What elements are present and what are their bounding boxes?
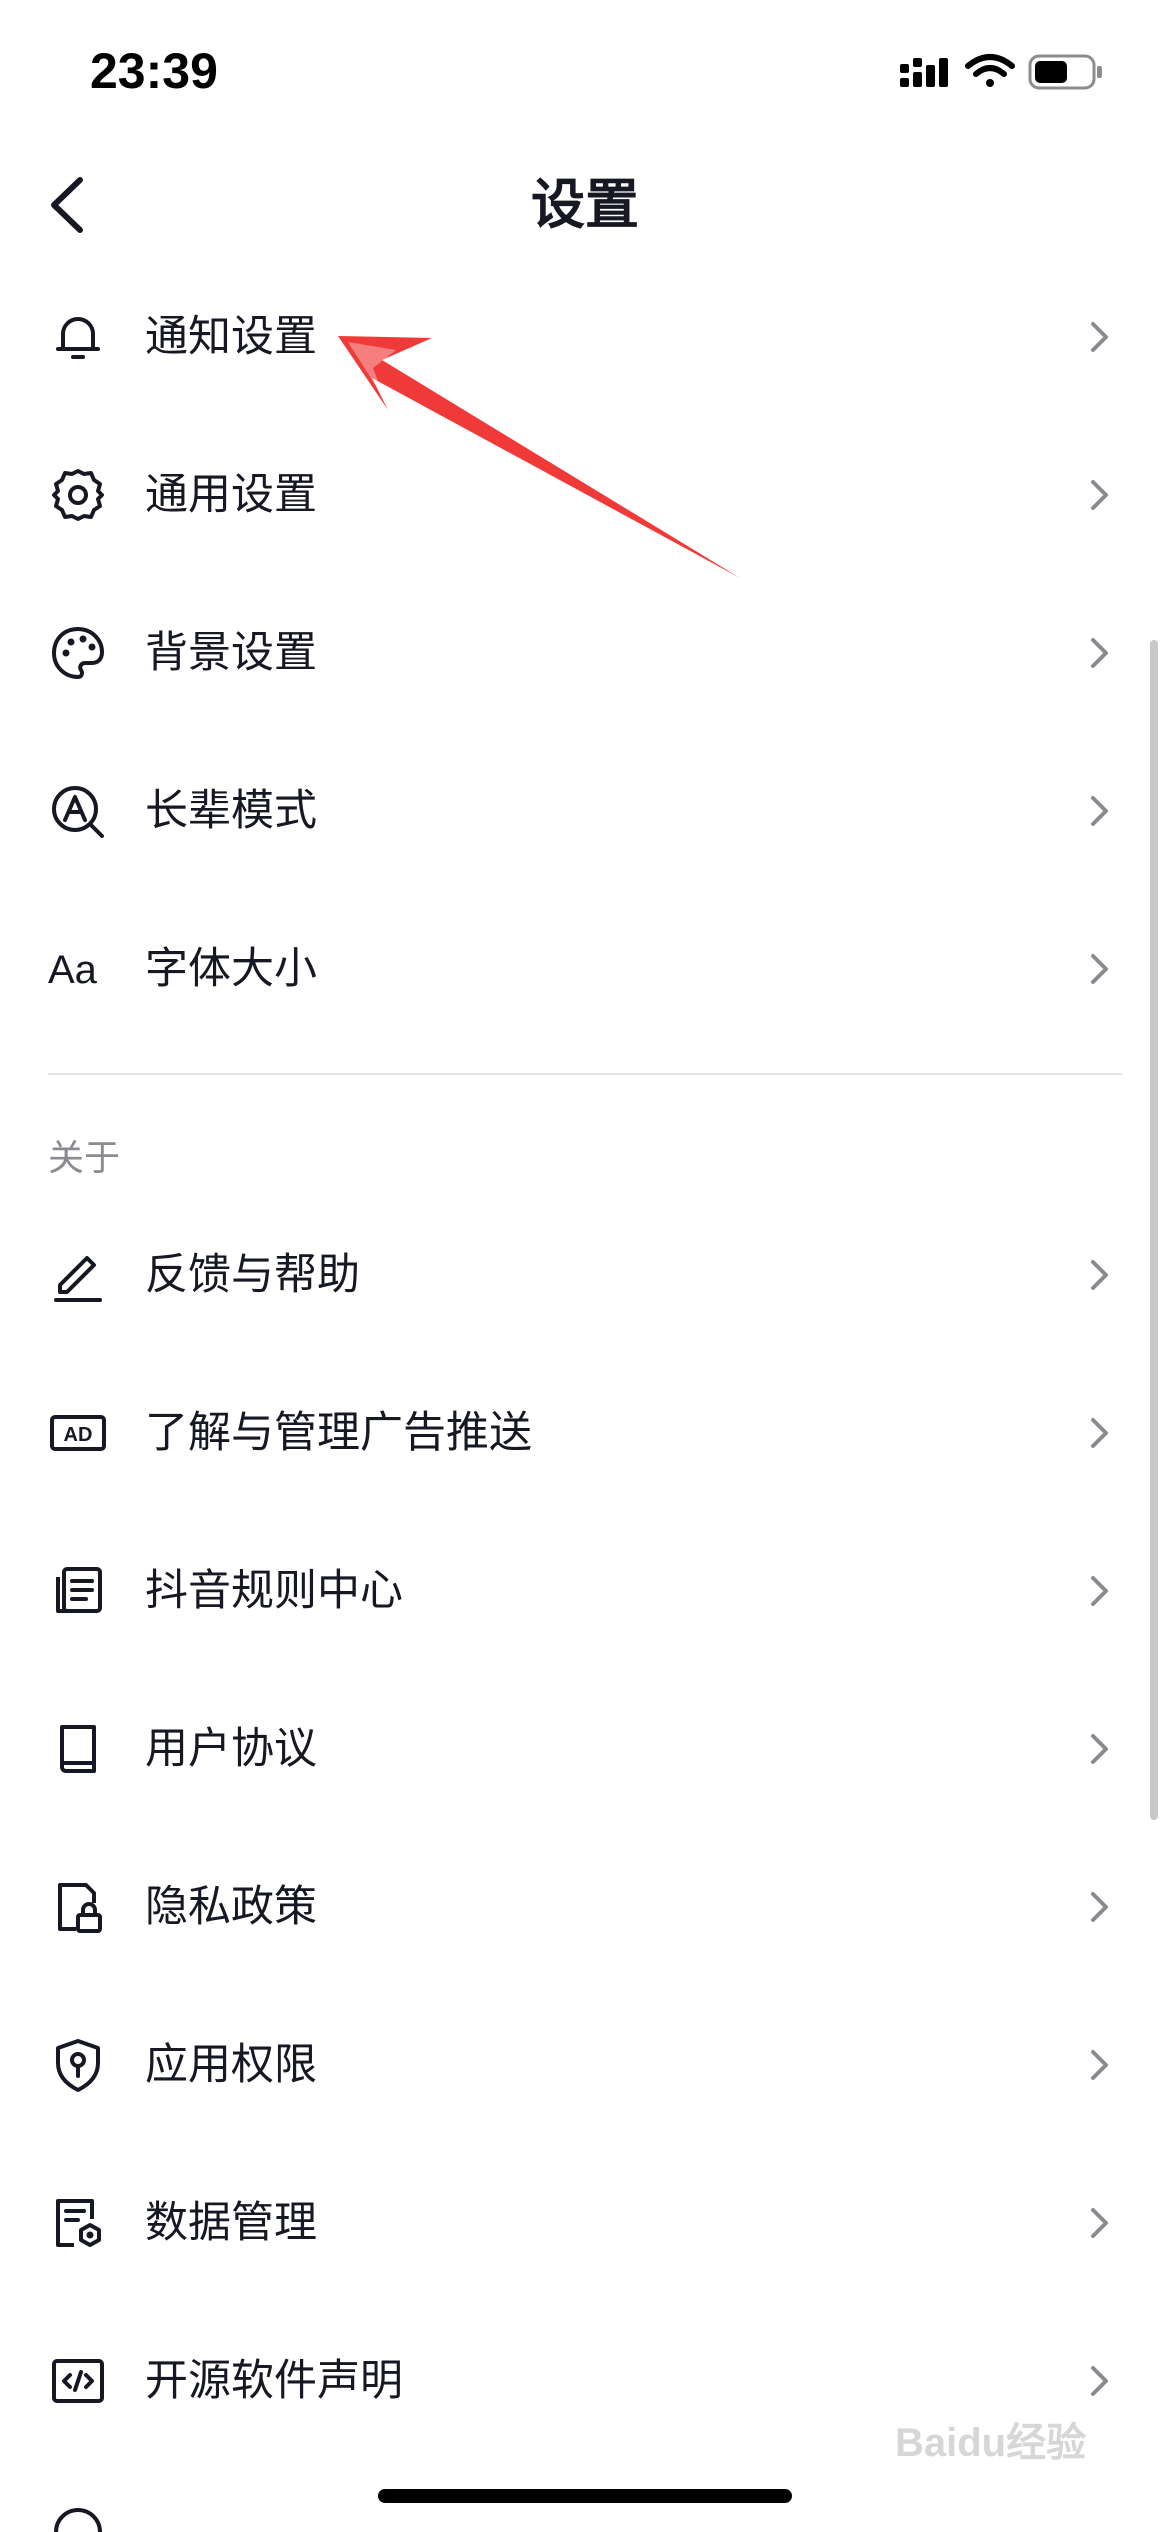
settings-item-privacy-policy[interactable]: 隐私政策 bbox=[0, 1828, 1170, 1986]
settings-item-label: 抖音规则中心 bbox=[145, 1566, 403, 1616]
data-settings-icon bbox=[56, 2199, 101, 2247]
settings-item-ad-management[interactable]: AD 了解与管理广告推送 bbox=[0, 1354, 1170, 1512]
chevron-right-icon bbox=[1091, 2050, 1108, 2080]
signal-icon bbox=[900, 58, 948, 87]
chevron-right-icon bbox=[1091, 1734, 1108, 1764]
settings-item-label: 用户协议 bbox=[145, 1724, 317, 1774]
next-item-icon-partial bbox=[54, 2508, 102, 2532]
chevron-right-icon bbox=[1091, 796, 1108, 826]
chevron-right-icon bbox=[1091, 322, 1108, 352]
svg-text:Aa: Aa bbox=[48, 948, 98, 992]
settings-item-label: 反馈与帮助 bbox=[145, 1250, 360, 1300]
settings-item-label: 应用权限 bbox=[145, 2040, 317, 2090]
document-list-icon bbox=[56, 1567, 102, 1613]
settings-item-user-agreement[interactable]: 用户协议 bbox=[0, 1670, 1170, 1828]
section-divider bbox=[48, 1073, 1122, 1075]
wifi-icon bbox=[965, 54, 1015, 87]
elder-mode-icon bbox=[52, 786, 104, 838]
shield-key-icon bbox=[56, 2039, 100, 2092]
file-lock-icon bbox=[58, 1883, 102, 1933]
settings-item-label: 开源软件声明 bbox=[145, 2356, 403, 2406]
section-header-about: 关于 bbox=[48, 1138, 121, 1179]
gear-icon bbox=[52, 469, 104, 521]
chevron-right-icon bbox=[1091, 638, 1108, 668]
home-indicator[interactable] bbox=[378, 2489, 792, 2503]
settings-item-feedback[interactable]: 反馈与帮助 bbox=[0, 1196, 1170, 1354]
settings-item-app-permissions[interactable]: 应用权限 bbox=[0, 1986, 1170, 2144]
bell-icon bbox=[56, 317, 100, 359]
settings-item-label: 长辈模式 bbox=[145, 786, 317, 836]
nav-bar: 设置 bbox=[0, 150, 1170, 260]
svg-text:AD: AD bbox=[64, 1424, 93, 1446]
settings-item-label: 了解与管理广告推送 bbox=[145, 1408, 532, 1458]
settings-item-notification[interactable]: 通知设置 bbox=[0, 258, 1170, 416]
book-icon bbox=[60, 1725, 96, 1773]
settings-item-background[interactable]: 背景设置 bbox=[0, 574, 1170, 732]
settings-item-label: 字体大小 bbox=[145, 944, 317, 994]
pencil-icon bbox=[54, 1256, 102, 1302]
chevron-right-icon bbox=[1091, 2208, 1108, 2238]
settings-item-data-management[interactable]: 数据管理 bbox=[0, 2144, 1170, 2302]
settings-item-label: 通用设置 bbox=[145, 470, 317, 520]
watermark: Baidu经验 bbox=[895, 2421, 1087, 2465]
settings-item-label: 通知设置 bbox=[145, 312, 317, 362]
chevron-right-icon bbox=[1091, 954, 1108, 984]
battery-icon bbox=[1028, 54, 1102, 90]
status-bar: 23:39 bbox=[0, 0, 1170, 150]
status-time: 23:39 bbox=[90, 43, 218, 99]
settings-item-font-size[interactable]: Aa 字体大小 bbox=[0, 890, 1170, 1048]
settings-item-label: 背景设置 bbox=[145, 628, 317, 678]
chevron-right-icon bbox=[1091, 1892, 1108, 1922]
chevron-right-icon bbox=[1091, 480, 1108, 510]
settings-item-elder-mode[interactable]: 长辈模式 bbox=[0, 732, 1170, 890]
status-icons bbox=[900, 52, 1120, 96]
chevron-right-icon bbox=[1091, 1418, 1108, 1448]
chevron-right-icon bbox=[1091, 1260, 1108, 1290]
scrollbar[interactable] bbox=[1150, 640, 1158, 1820]
chevron-right-icon bbox=[1091, 2366, 1108, 2396]
settings-item-rules-center[interactable]: 抖音规则中心 bbox=[0, 1512, 1170, 1670]
code-icon bbox=[52, 2359, 104, 2403]
chevron-right-icon bbox=[1091, 1576, 1108, 1606]
page-title: 设置 bbox=[531, 173, 639, 236]
settings-item-label: 数据管理 bbox=[145, 2198, 317, 2248]
palette-icon bbox=[52, 627, 104, 679]
font-size-icon: Aa bbox=[48, 948, 98, 992]
ad-icon: AD bbox=[50, 1415, 106, 1451]
settings-item-general[interactable]: 通用设置 bbox=[0, 416, 1170, 574]
settings-item-label: 隐私政策 bbox=[145, 1882, 317, 1932]
